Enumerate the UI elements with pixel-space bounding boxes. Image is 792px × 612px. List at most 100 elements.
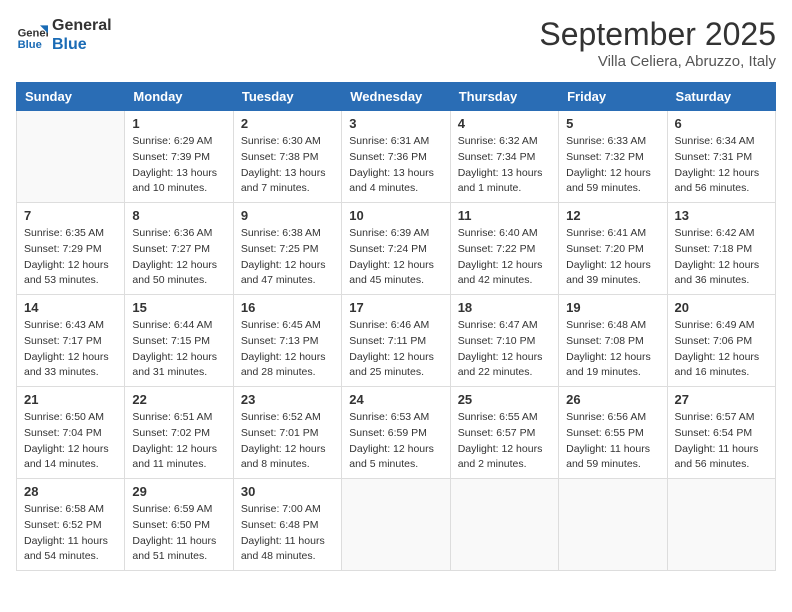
day-info: Sunrise: 6:31 AMSunset: 7:36 PMDaylight:… — [349, 134, 442, 197]
day-number: 28 — [24, 484, 117, 499]
day-number: 27 — [675, 392, 768, 407]
header-tuesday: Tuesday — [233, 83, 341, 111]
calendar-cell: 23 Sunrise: 6:52 AMSunset: 7:01 PMDayligh… — [233, 387, 341, 479]
calendar-cell: 3 Sunrise: 6:31 AMSunset: 7:36 PMDaylight… — [342, 111, 450, 203]
header-friday: Friday — [559, 83, 667, 111]
calendar-cell: 10Sunrise: 6:39 AMSunset: 7:24 PMDayligh… — [342, 203, 450, 295]
calendar-cell — [667, 479, 775, 571]
day-number: 21 — [24, 392, 117, 407]
calendar-cell: 17 Sunrise: 6:46 AMSunset: 7:11 PMDayligh… — [342, 295, 450, 387]
calendar-cell — [559, 479, 667, 571]
day-info: Sunrise: 6:56 AMSunset: 6:55 PMDaylight:… — [566, 410, 659, 473]
calendar-cell: 25Sunrise: 6:55 AMSunset: 6:57 PMDayligh… — [450, 387, 558, 479]
day-info: Sunrise: 6:34 AMSunset: 7:31 PMDaylight:… — [675, 134, 768, 197]
calendar-cell — [17, 111, 125, 203]
day-number: 3 — [349, 116, 442, 131]
day-number: 30 — [241, 484, 334, 499]
day-number: 13 — [675, 208, 768, 223]
calendar-cell: 15 Sunrise: 6:44 AMSunset: 7:15 PMDayligh… — [125, 295, 233, 387]
month-title: September 2025 — [539, 16, 776, 53]
calendar-cell: 12 Sunrise: 6:41 AMSunset: 7:20 PMDayligh… — [559, 203, 667, 295]
day-number: 5 — [566, 116, 659, 131]
day-number: 20 — [675, 300, 768, 315]
day-number: 24 — [349, 392, 442, 407]
svg-text:Blue: Blue — [18, 39, 42, 51]
calendar-cell: 29Sunrise: 6:59 AMSunset: 6:50 PMDayligh… — [125, 479, 233, 571]
calendar-cell: 5 Sunrise: 6:33 AMSunset: 7:32 PMDaylight… — [559, 111, 667, 203]
calendar-cell: 13 Sunrise: 6:42 AMSunset: 7:18 PMDayligh… — [667, 203, 775, 295]
calendar-cell: 30 Sunrise: 7:00 AMSunset: 6:48 PMDayligh… — [233, 479, 341, 571]
title-block: September 2025 Villa Celiera, Abruzzo, I… — [539, 16, 776, 70]
calendar-cell: 11Sunrise: 6:40 AMSunset: 7:22 PMDayligh… — [450, 203, 558, 295]
day-number: 16 — [241, 300, 334, 315]
day-info: Sunrise: 7:00 AMSunset: 6:48 PMDaylight:… — [241, 502, 334, 565]
calendar-cell: 18Sunrise: 6:47 AMSunset: 7:10 PMDayligh… — [450, 295, 558, 387]
day-number: 2 — [241, 116, 334, 131]
day-info: Sunrise: 6:44 AMSunset: 7:15 PMDaylight:… — [132, 318, 225, 381]
day-info: Sunrise: 6:55 AMSunset: 6:57 PMDaylight:… — [458, 410, 551, 473]
week-row-3: 14 Sunrise: 6:43 AMSunset: 7:17 PMDayligh… — [17, 295, 776, 387]
day-info: Sunrise: 6:45 AMSunset: 7:13 PMDaylight:… — [241, 318, 334, 381]
logo-icon: General Blue — [16, 19, 48, 51]
day-info: Sunrise: 6:41 AMSunset: 7:20 PMDaylight:… — [566, 226, 659, 289]
logo-line2: Blue — [52, 35, 112, 54]
calendar-cell: 28 Sunrise: 6:58 AMSunset: 6:52 PMDayligh… — [17, 479, 125, 571]
calendar-cell: 26 Sunrise: 6:56 AMSunset: 6:55 PMDayligh… — [559, 387, 667, 479]
calendar-cell: 19 Sunrise: 6:48 AMSunset: 7:08 PMDayligh… — [559, 295, 667, 387]
day-info: Sunrise: 6:58 AMSunset: 6:52 PMDaylight:… — [24, 502, 117, 565]
header-wednesday: Wednesday — [342, 83, 450, 111]
day-number: 7 — [24, 208, 117, 223]
day-number: 11 — [458, 208, 551, 223]
day-info: Sunrise: 6:53 AMSunset: 6:59 PMDaylight:… — [349, 410, 442, 473]
day-info: Sunrise: 6:57 AMSunset: 6:54 PMDaylight:… — [675, 410, 768, 473]
calendar-cell: 4Sunrise: 6:32 AMSunset: 7:34 PMDaylight… — [450, 111, 558, 203]
calendar-cell: 9 Sunrise: 6:38 AMSunset: 7:25 PMDaylight… — [233, 203, 341, 295]
day-number: 19 — [566, 300, 659, 315]
svg-text:General: General — [18, 28, 48, 40]
day-info: Sunrise: 6:52 AMSunset: 7:01 PMDaylight:… — [241, 410, 334, 473]
day-info: Sunrise: 6:42 AMSunset: 7:18 PMDaylight:… — [675, 226, 768, 289]
calendar-table: SundayMondayTuesdayWednesdayThursdayFrid… — [16, 82, 776, 571]
day-info: Sunrise: 6:36 AMSunset: 7:27 PMDaylight:… — [132, 226, 225, 289]
week-row-2: 7 Sunrise: 6:35 AMSunset: 7:29 PMDaylight… — [17, 203, 776, 295]
day-info: Sunrise: 6:33 AMSunset: 7:32 PMDaylight:… — [566, 134, 659, 197]
calendar-cell: 6 Sunrise: 6:34 AMSunset: 7:31 PMDaylight… — [667, 111, 775, 203]
location-subtitle: Villa Celiera, Abruzzo, Italy — [539, 53, 776, 70]
day-number: 22 — [132, 392, 225, 407]
header-thursday: Thursday — [450, 83, 558, 111]
calendar-cell: 1Sunrise: 6:29 AMSunset: 7:39 PMDaylight… — [125, 111, 233, 203]
day-info: Sunrise: 6:35 AMSunset: 7:29 PMDaylight:… — [24, 226, 117, 289]
day-number: 1 — [132, 116, 225, 131]
day-number: 9 — [241, 208, 334, 223]
day-number: 17 — [349, 300, 442, 315]
header-saturday: Saturday — [667, 83, 775, 111]
calendar-cell: 22 Sunrise: 6:51 AMSunset: 7:02 PMDayligh… — [125, 387, 233, 479]
day-info: Sunrise: 6:46 AMSunset: 7:11 PMDaylight:… — [349, 318, 442, 381]
day-info: Sunrise: 6:30 AMSunset: 7:38 PMDaylight:… — [241, 134, 334, 197]
day-info: Sunrise: 6:38 AMSunset: 7:25 PMDaylight:… — [241, 226, 334, 289]
calendar-cell: 2 Sunrise: 6:30 AMSunset: 7:38 PMDaylight… — [233, 111, 341, 203]
day-info: Sunrise: 6:43 AMSunset: 7:17 PMDaylight:… — [24, 318, 117, 381]
page-header: General Blue General Blue September 2025… — [16, 16, 776, 70]
day-number: 26 — [566, 392, 659, 407]
calendar-cell: 20 Sunrise: 6:49 AMSunset: 7:06 PMDayligh… — [667, 295, 775, 387]
day-number: 12 — [566, 208, 659, 223]
day-info: Sunrise: 6:39 AMSunset: 7:24 PMDaylight:… — [349, 226, 442, 289]
week-row-5: 28 Sunrise: 6:58 AMSunset: 6:52 PMDayligh… — [17, 479, 776, 571]
day-number: 23 — [241, 392, 334, 407]
day-number: 14 — [24, 300, 117, 315]
calendar-cell: 24 Sunrise: 6:53 AMSunset: 6:59 PMDayligh… — [342, 387, 450, 479]
calendar-header-row: SundayMondayTuesdayWednesdayThursdayFrid… — [17, 83, 776, 111]
day-info: Sunrise: 6:51 AMSunset: 7:02 PMDaylight:… — [132, 410, 225, 473]
day-number: 29 — [132, 484, 225, 499]
calendar-cell — [342, 479, 450, 571]
day-number: 6 — [675, 116, 768, 131]
day-info: Sunrise: 6:48 AMSunset: 7:08 PMDaylight:… — [566, 318, 659, 381]
day-number: 15 — [132, 300, 225, 315]
week-row-4: 21Sunrise: 6:50 AMSunset: 7:04 PMDayligh… — [17, 387, 776, 479]
logo: General Blue General Blue — [16, 16, 112, 54]
day-info: Sunrise: 6:49 AMSunset: 7:06 PMDaylight:… — [675, 318, 768, 381]
header-sunday: Sunday — [17, 83, 125, 111]
calendar-cell: 21Sunrise: 6:50 AMSunset: 7:04 PMDayligh… — [17, 387, 125, 479]
calendar-cell: 7 Sunrise: 6:35 AMSunset: 7:29 PMDaylight… — [17, 203, 125, 295]
